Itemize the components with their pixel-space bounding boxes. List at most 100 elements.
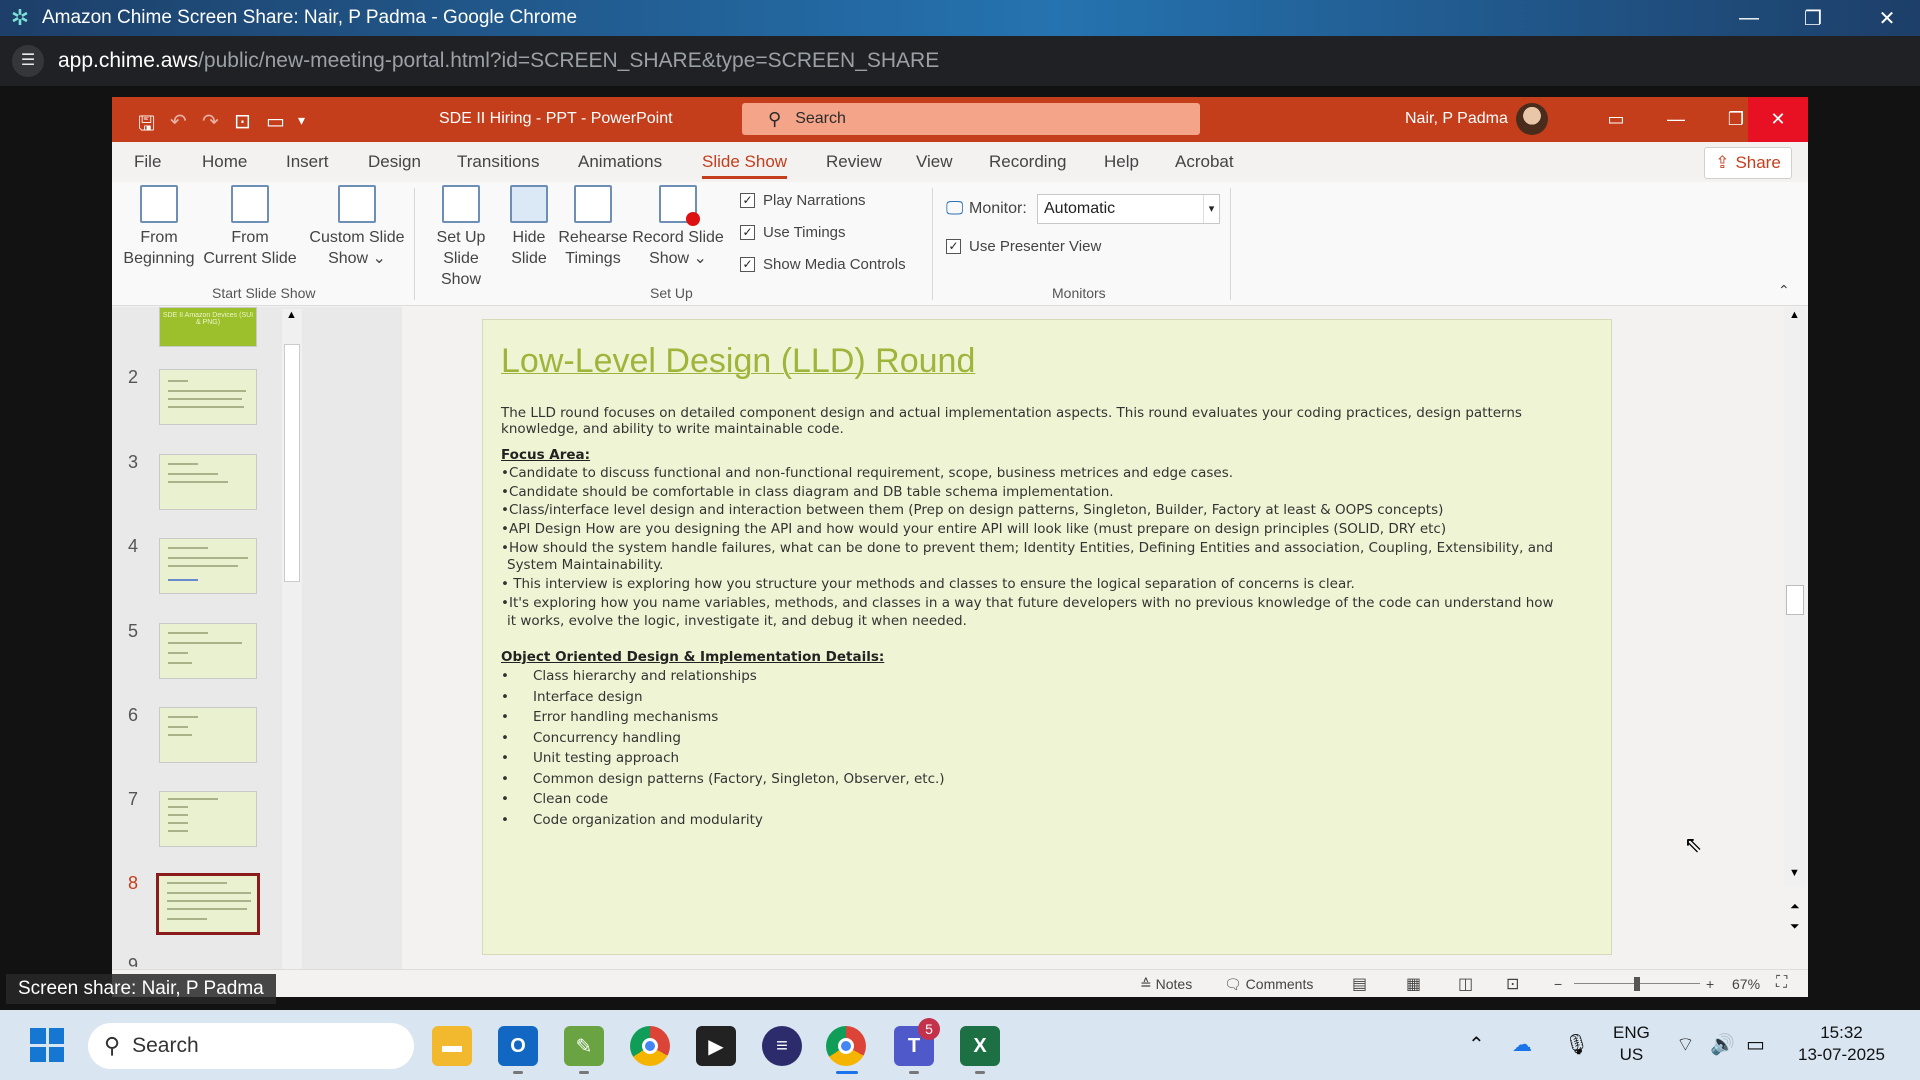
from-current-button[interactable]: From Current Slide xyxy=(200,185,300,269)
slide-thumbnail-1[interactable]: SDE II Amazon Devices (SUI & PNG) xyxy=(159,307,257,347)
undo-icon[interactable]: ↶ xyxy=(170,109,187,134)
checkmark-icon: ✓ xyxy=(740,225,755,240)
slide-scrollbar[interactable]: ▲ ▼ xyxy=(1784,307,1806,887)
play-narrations-checkbox[interactable]: ✓ Play Narrations xyxy=(740,192,866,209)
scroll-up-icon[interactable]: ▲ xyxy=(1789,309,1800,321)
slide-title[interactable]: Low-Level Design (LLD) Round xyxy=(501,342,975,381)
slide-thumbnail-2[interactable] xyxy=(159,369,257,425)
windows-start-icon[interactable] xyxy=(30,1028,64,1062)
outlook-icon[interactable]: O xyxy=(498,1026,538,1066)
chrome-icon[interactable] xyxy=(630,1026,670,1066)
close-icon[interactable]: ✕ xyxy=(1860,0,1914,36)
monitor-select[interactable]: Automatic ▾ xyxy=(1037,194,1220,224)
ppt-search-box[interactable]: ⚲ Search xyxy=(742,103,1200,135)
comments-button[interactable]: 🗨 Comments xyxy=(1224,976,1313,993)
avatar[interactable] xyxy=(1516,103,1548,135)
slide-thumbnail-6[interactable] xyxy=(159,707,257,763)
bullet-icon: • xyxy=(501,709,509,725)
tab-view[interactable]: View xyxy=(916,152,953,172)
restore-icon[interactable]: ❐ xyxy=(1786,0,1840,36)
tab-review[interactable]: Review xyxy=(826,152,882,172)
tab-animations[interactable]: Animations xyxy=(578,152,662,172)
slide-sorter-icon[interactable]: ▦ xyxy=(1406,974,1421,994)
slide-thumbnail-7[interactable] xyxy=(159,791,257,847)
terminal-app-icon[interactable]: ▶ xyxy=(696,1026,736,1066)
tab-slide-show[interactable]: Slide Show xyxy=(702,152,788,179)
chrome-active-icon[interactable] xyxy=(826,1026,866,1066)
reading-view-icon[interactable]: ◫ xyxy=(1458,974,1473,994)
scroll-down-icon[interactable]: ▼ xyxy=(1789,867,1800,879)
focus-item: •It's exploring how you name variables, … xyxy=(501,595,1554,611)
tab-file[interactable]: File xyxy=(134,152,161,172)
wifi-icon[interactable]: ⌔ xyxy=(1676,1032,1695,1057)
powerpoint-window: 🖫 ↶ ↷ ⊡ ▭ ▾ SDE II Hiring - PPT - PowerP… xyxy=(112,97,1808,997)
notes-button[interactable]: ≙ Notes xyxy=(1140,976,1192,993)
rehearse-timings-button[interactable]: Rehearse Timings xyxy=(558,185,628,269)
tab-insert[interactable]: Insert xyxy=(286,152,329,172)
fit-to-window-icon[interactable]: ⛶ xyxy=(1776,974,1787,992)
record-slide-show-button[interactable]: Record Slide Show ⌄ xyxy=(632,185,724,269)
user-name[interactable]: Nair, P Padma xyxy=(1405,110,1508,128)
presenter-view-checkbox[interactable]: ✓ Use Presenter View xyxy=(946,238,1101,255)
custom-slide-show-button[interactable]: Custom Slide Show ⌄ xyxy=(304,185,410,269)
tab-design[interactable]: Design xyxy=(368,152,421,172)
tab-recording[interactable]: Recording xyxy=(989,152,1067,172)
slide-thumbnail-3[interactable] xyxy=(159,454,257,510)
next-slide-icon[interactable]: ⏷ xyxy=(1790,919,1800,934)
file-explorer-icon[interactable]: ▬ xyxy=(432,1026,472,1066)
slideshow-view-icon[interactable]: ⊡ xyxy=(1506,974,1519,994)
tab-home[interactable]: Home xyxy=(202,152,247,172)
ribbon-display-icon[interactable]: ▭ xyxy=(1586,97,1646,142)
eclipse-icon[interactable]: ≡ xyxy=(762,1026,802,1066)
ppt-minimize-icon[interactable]: — xyxy=(1646,97,1706,142)
tab-help[interactable]: Help xyxy=(1104,152,1139,172)
notes-icon: ≙ xyxy=(1140,976,1156,992)
redo-icon[interactable]: ↷ xyxy=(202,109,219,134)
from-beginning-button[interactable]: From Beginning xyxy=(122,185,196,269)
slide-thumbnail-5[interactable] xyxy=(159,623,257,679)
microphone-icon[interactable]: 🎙 xyxy=(1564,1032,1589,1057)
ppt-search-placeholder: Search xyxy=(795,110,846,127)
thumbnails-scrollbar[interactable]: ▲ ▼ xyxy=(282,309,302,997)
tab-acrobat[interactable]: Acrobat xyxy=(1175,152,1234,172)
normal-view-icon[interactable]: ▤ xyxy=(1352,974,1367,994)
taskbar-search-box[interactable]: ⚲ Search xyxy=(88,1023,414,1069)
minimize-icon[interactable]: — xyxy=(1722,0,1776,36)
slide-canvas[interactable]: Low-Level Design (LLD) Round The LLD rou… xyxy=(482,319,1612,955)
scroll-up-icon[interactable]: ▲ xyxy=(286,309,297,321)
zoom-out-icon[interactable]: − xyxy=(1554,976,1562,992)
previous-slide-icon[interactable]: ⏶ xyxy=(1790,899,1800,914)
excel-icon[interactable]: X xyxy=(960,1026,1000,1066)
address-bar[interactable]: ☰ app.chime.aws /public/new-meeting-port… xyxy=(0,36,1920,86)
paint-app-icon[interactable]: ✎ xyxy=(564,1026,604,1066)
share-button[interactable]: ⇪ Share xyxy=(1704,147,1792,179)
battery-icon[interactable]: ▭ xyxy=(1746,1032,1765,1057)
show-hidden-icons-icon[interactable]: ⌃ xyxy=(1468,1032,1485,1057)
zoom-level[interactable]: 67% xyxy=(1732,976,1760,992)
thumb-number-selected: 8 xyxy=(128,873,139,893)
ppt-close-icon[interactable]: ✕ xyxy=(1748,97,1808,142)
onedrive-icon[interactable]: ☁ xyxy=(1512,1032,1532,1057)
show-media-controls-checkbox[interactable]: ✓ Show Media Controls xyxy=(740,256,906,273)
custom-show-label-1: Custom Slide xyxy=(309,229,405,246)
tab-transitions[interactable]: Transitions xyxy=(457,152,540,172)
bullet-icon: • xyxy=(501,750,509,766)
hide-slide-button[interactable]: Hide Slide xyxy=(504,185,554,269)
language-indicator[interactable]: ENG US xyxy=(1613,1022,1650,1066)
volume-icon[interactable]: 🔊 xyxy=(1710,1032,1735,1057)
zoom-slider-handle[interactable] xyxy=(1634,977,1640,991)
scrollbar-thumb[interactable] xyxy=(284,344,300,582)
save-icon[interactable]: 🖫 xyxy=(138,109,155,143)
zoom-in-icon[interactable]: + xyxy=(1706,976,1714,992)
slide-thumbnail-8-selected[interactable] xyxy=(156,873,260,935)
present-icon[interactable]: ⊡ xyxy=(234,109,251,134)
setup-slide-show-button[interactable]: Set Up Slide Show xyxy=(422,185,500,290)
scrollbar-thumb[interactable] xyxy=(1786,585,1804,615)
use-timings-checkbox[interactable]: ✓ Use Timings xyxy=(740,224,846,241)
slide-thumbnail-4[interactable] xyxy=(159,538,257,594)
customize-qat-icon[interactable]: ▾ xyxy=(298,112,305,129)
site-info-icon[interactable]: ☰ xyxy=(12,45,44,77)
slideshow-icon[interactable]: ▭ xyxy=(266,109,285,134)
system-clock[interactable]: 15:32 13-07-2025 xyxy=(1798,1022,1885,1066)
collapse-ribbon-icon[interactable]: ⌃ xyxy=(1778,282,1790,299)
